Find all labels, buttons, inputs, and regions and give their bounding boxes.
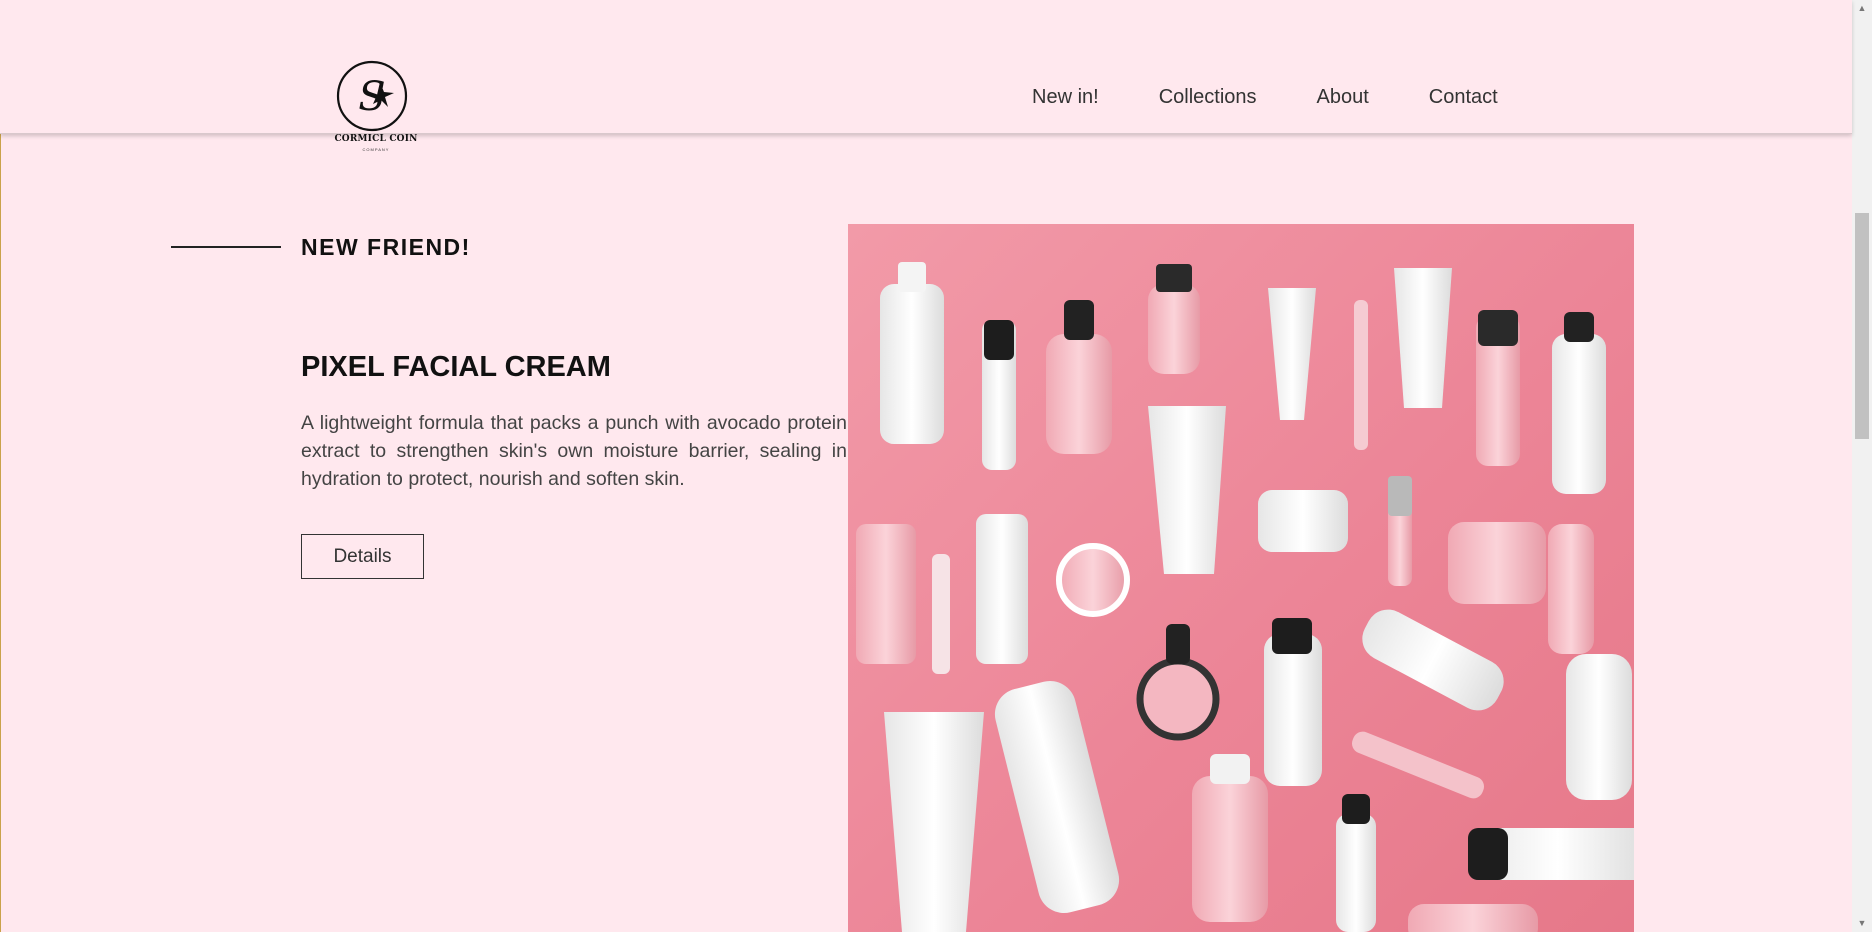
- logo-wordmark: CORMICL COIN: [334, 134, 418, 144]
- nav-item-new-in[interactable]: New in!: [1032, 84, 1099, 110]
- eyebrow-divider: [171, 246, 281, 248]
- skincare-products-illustration: [856, 262, 1634, 932]
- nav-item-about[interactable]: About: [1317, 84, 1369, 110]
- window-edge: [0, 0, 1, 932]
- scroll-up-icon[interactable]: ▲: [1852, 0, 1872, 17]
- product-title: PIXEL FACIAL CREAM: [301, 351, 611, 383]
- logo-tagline: COMPANY: [362, 147, 390, 152]
- product-hero-image: [848, 224, 1634, 932]
- product-description: A lightweight formula that packs a punch…: [301, 412, 847, 490]
- scroll-down-icon[interactable]: ▼: [1852, 915, 1872, 932]
- vertical-scrollbar[interactable]: ▲ ▼: [1852, 0, 1872, 932]
- section-eyebrow: NEW FRIEND!: [301, 234, 471, 260]
- nav-item-contact[interactable]: Contact: [1429, 84, 1498, 110]
- scrollbar-thumb[interactable]: [1855, 213, 1869, 439]
- logo-monogram-icon: S: [336, 60, 408, 132]
- main-nav: New in! Collections About Contact: [1032, 84, 1498, 110]
- brand-logo[interactable]: S CORMICL COIN COMPANY: [334, 60, 417, 155]
- nav-item-collections[interactable]: Collections: [1159, 84, 1257, 110]
- site-header: New in! Collections About Contact: [0, 0, 1852, 134]
- details-button[interactable]: Details: [301, 534, 424, 579]
